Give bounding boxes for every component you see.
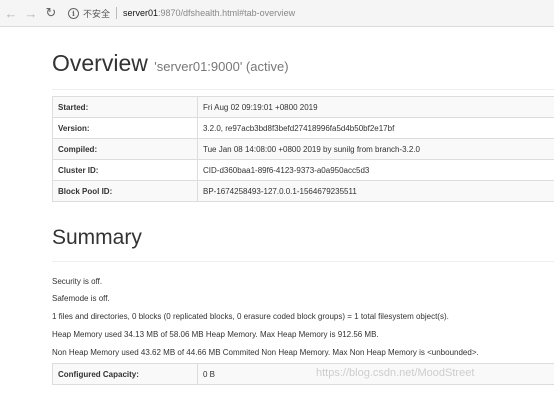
row-value: Fri Aug 02 09:19:01 +0800 2019 (197, 96, 554, 118)
security-status: Security is off. (52, 277, 103, 286)
row-value: Tue Jan 08 14:08:00 +0800 2019 by sunilg… (197, 138, 554, 160)
nonheap-memory: Non Heap Memory used 43.62 MB of 44.66 M… (52, 348, 479, 357)
overview-divider (52, 89, 554, 90)
overview-title: Overview (52, 50, 148, 76)
security-label: 不安全 (83, 8, 111, 19)
table-row: Block Pool ID: BP-1674258493-127.0.0.1-15… (52, 180, 554, 202)
summary-divider (52, 261, 554, 262)
overview-heading: Overview 'server01:9000' (active) (52, 50, 289, 77)
watermark: https://blog.csdn.net/MoodStreet (316, 367, 475, 379)
browser-toolbar: ← → ↻ i 不安全 server01:9870/dfshealth.html… (0, 0, 554, 27)
files-summary: 1 files and directories, 0 blocks (0 rep… (52, 312, 449, 321)
row-key: Block Pool ID: (52, 180, 198, 202)
table-row: Started: Fri Aug 02 09:19:01 +0800 2019 (52, 96, 554, 118)
overview-subtitle: 'server01:9000' (active) (154, 59, 289, 74)
overview-table: Started: Fri Aug 02 09:19:01 +0800 2019 V… (52, 96, 554, 202)
row-key: Cluster ID: (52, 159, 198, 181)
address-bar[interactable]: i 不安全 server01:9870/dfshealth.html#tab-o… (68, 2, 554, 24)
row-value: BP-1674258493-127.0.0.1-1564679235511 (197, 180, 554, 202)
table-row: Configured Capacity: 0 B (52, 363, 554, 385)
row-value: CID-d360baa1-89f6-4123-9373-a0a950acc5d3 (197, 159, 554, 181)
safemode-status: Safemode is off. (52, 294, 110, 303)
row-key: Configured Capacity: (52, 363, 198, 385)
row-key: Compiled: (52, 138, 198, 160)
table-row: Cluster ID: CID-d360baa1-89f6-4123-9373-a… (52, 159, 554, 181)
info-icon[interactable]: i (68, 7, 79, 19)
url-path: :9870/dfshealth.html#tab-overview (158, 8, 296, 18)
heap-memory: Heap Memory used 34.13 MB of 58.06 MB He… (52, 330, 379, 339)
row-key: Version: (52, 117, 198, 139)
reload-icon[interactable]: ↻ (42, 4, 60, 22)
row-key: Started: (52, 96, 198, 118)
address-separator (116, 7, 118, 19)
url-host: server01 (123, 8, 159, 18)
back-arrow-icon[interactable]: ← (2, 4, 20, 22)
forward-arrow-icon[interactable]: → (22, 4, 40, 22)
summary-heading: Summary (52, 226, 142, 249)
table-row: Compiled: Tue Jan 08 14:08:00 +0800 2019 … (52, 138, 554, 160)
row-value: 3.2.0, re97acb3bd8f3befd27418996fa5d4b50… (197, 117, 554, 139)
table-row: Version: 3.2.0, re97acb3bd8f3befd27418996… (52, 117, 554, 139)
capacity-table: Configured Capacity: 0 B (52, 363, 554, 385)
